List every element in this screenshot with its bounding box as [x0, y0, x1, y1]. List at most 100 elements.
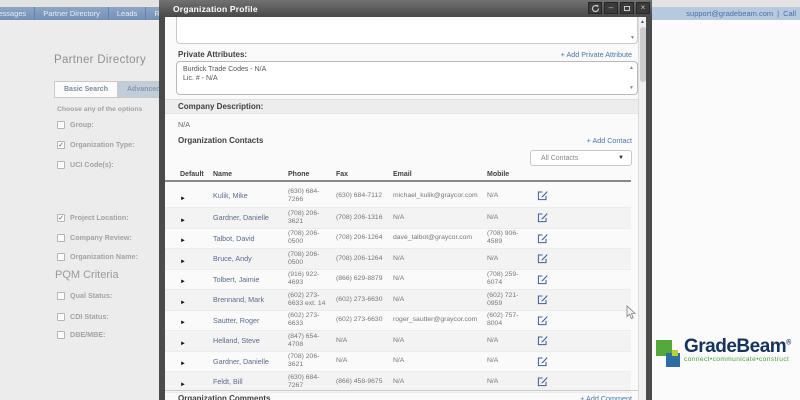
add-private-attribute-link[interactable]: + Add Private Attribute — [561, 50, 632, 59]
contact-fax: (866) 629-8879 — [336, 275, 383, 283]
contact-mobile: N/A — [487, 336, 499, 344]
table-row[interactable]: ► Kulik, Mike (630) 684-7266 (630) 684-7… — [165, 184, 631, 208]
contact-name-link[interactable]: Talbot, David — [213, 234, 288, 243]
support-call-link[interactable]: Call — [783, 9, 796, 18]
add-comment-link[interactable]: + Add Comment — [580, 394, 632, 400]
edit-contact-button[interactable] — [537, 190, 631, 201]
contact-name-link[interactable]: Gardner, Danielle — [213, 213, 288, 222]
scrolled-textarea-partial[interactable]: ▼ — [176, 17, 638, 44]
textarea-scroll-down-icon[interactable]: ▼ — [630, 35, 635, 41]
main-nav: Messages Partner Directory Leads Reports — [0, 7, 159, 20]
table-row[interactable]: ► Helland, Steve (847) 654-4708 N/A N/A … — [165, 331, 631, 352]
default-marker-icon[interactable]: ► — [180, 259, 186, 265]
contact-email: N/A — [393, 213, 405, 221]
company-review-checkbox[interactable] — [57, 233, 65, 242]
table-row[interactable]: ► Brennand, Mark (602) 273-6633 ext. 14 … — [165, 290, 631, 311]
table-row[interactable]: ► Gardner, Danielle (708) 206-3621 (708)… — [165, 208, 631, 229]
table-row[interactable]: ► Bruce, Andy (708) 206-0500 (708) 206-1… — [165, 249, 631, 270]
default-marker-icon[interactable]: ► — [180, 238, 186, 244]
dbe-mbe-checkbox[interactable] — [57, 330, 65, 339]
refresh-button[interactable] — [588, 2, 602, 14]
contact-email: N/A — [393, 377, 405, 385]
screen: Messages Partner Directory Leads Reports… — [0, 0, 800, 400]
edit-contact-button[interactable] — [537, 233, 631, 244]
column-header-default: Default — [180, 171, 204, 178]
contact-email: michael_kulik@graycor.com — [393, 191, 478, 199]
contact-name-link[interactable]: Kulik, Mike — [213, 191, 288, 200]
scrollbar-thumb[interactable] — [640, 27, 646, 82]
contact-fax: (630) 684-7112 — [336, 191, 382, 199]
textarea-scroll-down-icon[interactable]: ▼ — [629, 85, 634, 91]
nav-item-reports[interactable]: Reports — [146, 7, 159, 20]
filter-uci-codes: UCI Code(s): — [57, 160, 114, 169]
contact-phone: (602) 273-6633 ext. 14 — [288, 291, 326, 307]
textarea-scroll-up-icon[interactable]: ▲ — [629, 65, 634, 71]
contact-email: dave_talbot@graycor.com — [393, 234, 473, 242]
modal-title: Organization Profile — [173, 3, 258, 14]
contact-mobile: (708) 259-6074 — [487, 271, 519, 287]
default-marker-icon[interactable]: ► — [180, 361, 186, 367]
contact-name-link[interactable]: Brennand, Mark — [213, 295, 288, 304]
pqm-criteria-title: PQM Criteria — [55, 269, 119, 281]
edit-contact-button[interactable] — [537, 335, 631, 346]
default-marker-icon[interactable]: ► — [180, 300, 186, 306]
organization-type-checkbox[interactable]: ✓ — [57, 140, 65, 149]
group-checkbox[interactable] — [57, 120, 65, 129]
page-title: Partner Directory — [54, 54, 147, 66]
nav-item-leads[interactable]: Leads — [109, 7, 147, 20]
default-marker-icon[interactable]: ► — [180, 279, 186, 285]
table-row[interactable]: ► Sautter, Roger (602) 273-6633 (602) 27… — [165, 311, 631, 331]
table-row[interactable]: ► Tolbert, Jaimie (916) 922-4693 (866) 6… — [165, 270, 631, 290]
edit-contact-button[interactable] — [537, 274, 631, 285]
edit-contact-button[interactable] — [537, 376, 631, 387]
edit-contact-button[interactable] — [537, 294, 631, 305]
maximize-button[interactable] — [620, 2, 634, 14]
contact-email: N/A — [393, 295, 405, 303]
contact-name-link[interactable]: Sautter, Roger — [213, 316, 288, 325]
contact-mobile: N/A — [487, 191, 499, 199]
contact-name-link[interactable]: Bruce, Andy — [213, 254, 288, 263]
nav-item-messages[interactable]: Messages — [0, 7, 36, 20]
contact-name-link[interactable]: Feldt, Bill — [213, 377, 288, 386]
scroll-up-icon[interactable]: ▲ — [639, 19, 646, 25]
close-button[interactable]: × — [636, 2, 650, 14]
tab-basic-search[interactable]: Basic Search — [54, 81, 118, 98]
organization-name-checkbox[interactable] — [57, 252, 65, 261]
table-row[interactable]: ► Gardner, Danielle (708) 206-3621 N/A N… — [165, 352, 631, 372]
contact-email: N/A — [393, 254, 405, 262]
modal-scrollbar[interactable]: ▲ — [638, 17, 646, 400]
edit-contact-button[interactable] — [537, 315, 631, 326]
private-attributes-textarea[interactable]: Burdick Trade Codes - N/A Lic. # - N/A ▲… — [176, 61, 638, 95]
support-divider: | — [777, 9, 780, 18]
filter-project-location: ✓ Project Location: — [57, 213, 129, 222]
contact-name-link[interactable]: Helland, Steve — [213, 336, 288, 345]
contact-phone: (708) 206-0500 — [288, 230, 320, 246]
edit-contact-button[interactable] — [537, 253, 631, 264]
contact-email: N/A — [393, 275, 405, 283]
contact-mobile: N/A — [487, 254, 499, 262]
contact-name-link[interactable]: Gardner, Danielle — [213, 357, 288, 366]
filter-dbe-mbe: DBE/MBE: — [57, 330, 106, 339]
default-marker-icon[interactable]: ► — [180, 320, 186, 326]
filter-label: UCI Code(s): — [70, 160, 114, 169]
contacts-filter-dropdown[interactable]: All Contacts ▼ — [530, 150, 632, 166]
support-email-link[interactable]: support@gradebeam.com — [686, 9, 773, 18]
uci-codes-checkbox[interactable] — [57, 160, 65, 169]
default-marker-icon[interactable]: ► — [180, 341, 186, 347]
default-marker-icon[interactable]: ► — [180, 196, 186, 202]
minimize-button[interactable]: – — [604, 2, 618, 14]
contact-name-link[interactable]: Tolbert, Jaimie — [213, 275, 288, 284]
edit-contact-button[interactable] — [537, 356, 631, 367]
default-marker-icon[interactable]: ► — [180, 218, 186, 224]
cdi-status-checkbox[interactable] — [57, 312, 65, 321]
qual-status-checkbox[interactable] — [57, 291, 65, 300]
modal-titlebar[interactable]: Organization Profile – × — [159, 0, 652, 17]
default-marker-icon[interactable]: ► — [180, 382, 186, 388]
add-contact-link[interactable]: + Add Contact — [587, 136, 632, 145]
nav-item-partner-directory[interactable]: Partner Directory — [35, 7, 109, 20]
edit-contact-button[interactable] — [537, 212, 631, 223]
contact-mobile: (602) 757-8004 — [487, 312, 519, 328]
project-location-checkbox[interactable]: ✓ — [57, 213, 65, 222]
chevron-down-icon: ▼ — [618, 155, 624, 161]
table-row[interactable]: ► Talbot, David (708) 206-0500 (708) 206… — [165, 229, 631, 249]
